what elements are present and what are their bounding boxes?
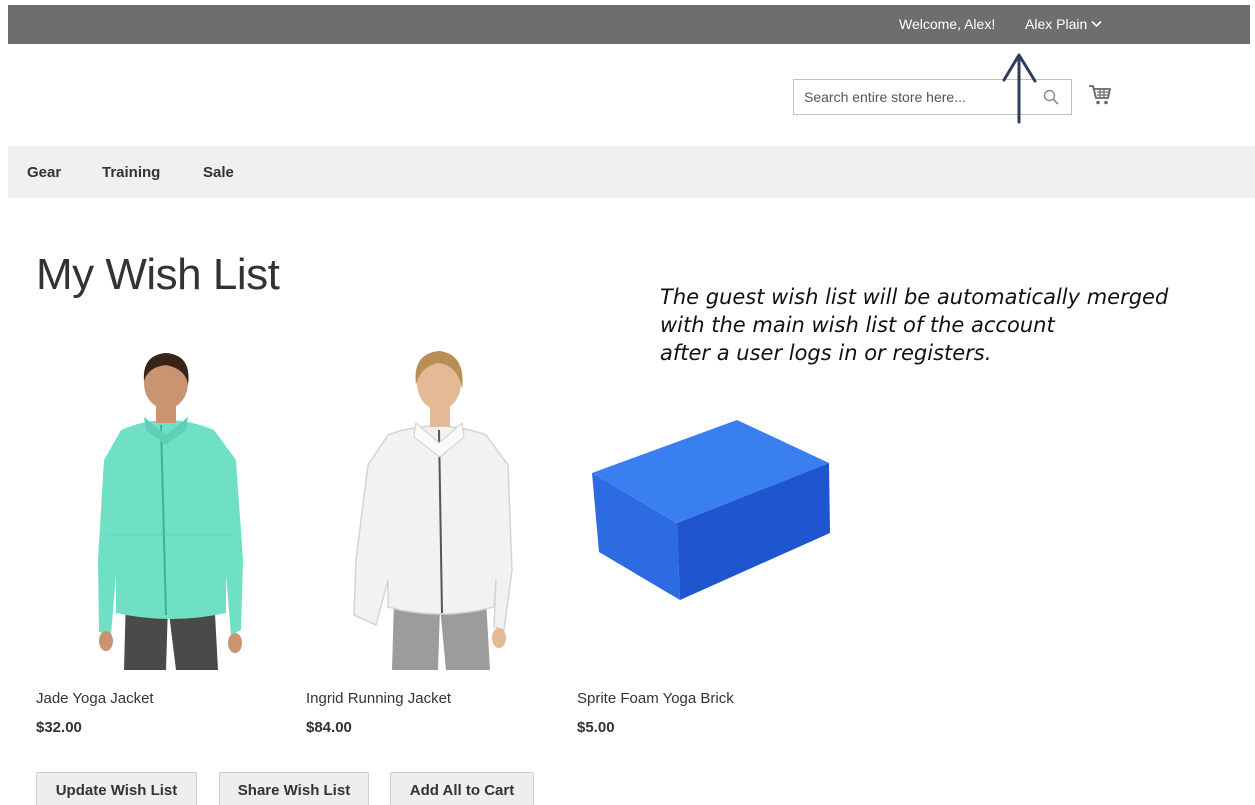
product-price: $84.00 [306, 719, 352, 736]
cart-icon[interactable] [1088, 84, 1112, 106]
main-navigation: Gear Training Sale [8, 146, 1255, 198]
product-photo-jade-jacket[interactable] [36, 345, 296, 675]
nav-item-gear[interactable]: Gear [27, 164, 61, 181]
product-name[interactable]: Sprite Foam Yoga Brick [577, 690, 734, 707]
add-all-to-cart-button[interactable]: Add All to Cart [390, 772, 534, 805]
annotation-line: The guest wish list will be automaticall… [660, 285, 1169, 309]
page: Welcome, Alex! Alex Plain Gear Training [0, 0, 1255, 805]
annotation-line: with the main wish list of the account [660, 313, 1055, 337]
page-title: My Wish List [36, 250, 280, 299]
search-icon[interactable] [1043, 89, 1059, 105]
annotation-arrow-icon [1002, 53, 1037, 124]
product-name[interactable]: Ingrid Running Jacket [306, 690, 451, 707]
nav-item-sale[interactable]: Sale [203, 164, 234, 181]
product-photo-yoga-brick[interactable] [577, 345, 837, 675]
wishlist-item: Ingrid Running Jacket $84.00 [306, 345, 566, 736]
wishlist-item: Jade Yoga Jacket $32.00 [36, 345, 296, 736]
top-bar: Welcome, Alex! Alex Plain [8, 5, 1250, 44]
chevron-down-icon [1091, 20, 1102, 28]
welcome-message: Welcome, Alex! [899, 16, 996, 32]
product-price: $5.00 [577, 719, 615, 736]
share-wishlist-button[interactable]: Share Wish List [219, 772, 369, 805]
nav-item-training[interactable]: Training [102, 164, 160, 181]
account-name: Alex Plain [1025, 16, 1088, 32]
wishlist-item: Sprite Foam Yoga Brick $5.00 [577, 345, 837, 736]
account-menu-toggle[interactable]: Alex Plain [1025, 16, 1102, 32]
product-photo-ingrid-jacket[interactable] [306, 345, 566, 675]
update-wishlist-button[interactable]: Update Wish List [36, 772, 197, 805]
product-price: $32.00 [36, 719, 82, 736]
search-input[interactable] [794, 80, 1034, 114]
product-name[interactable]: Jade Yoga Jacket [36, 690, 154, 707]
